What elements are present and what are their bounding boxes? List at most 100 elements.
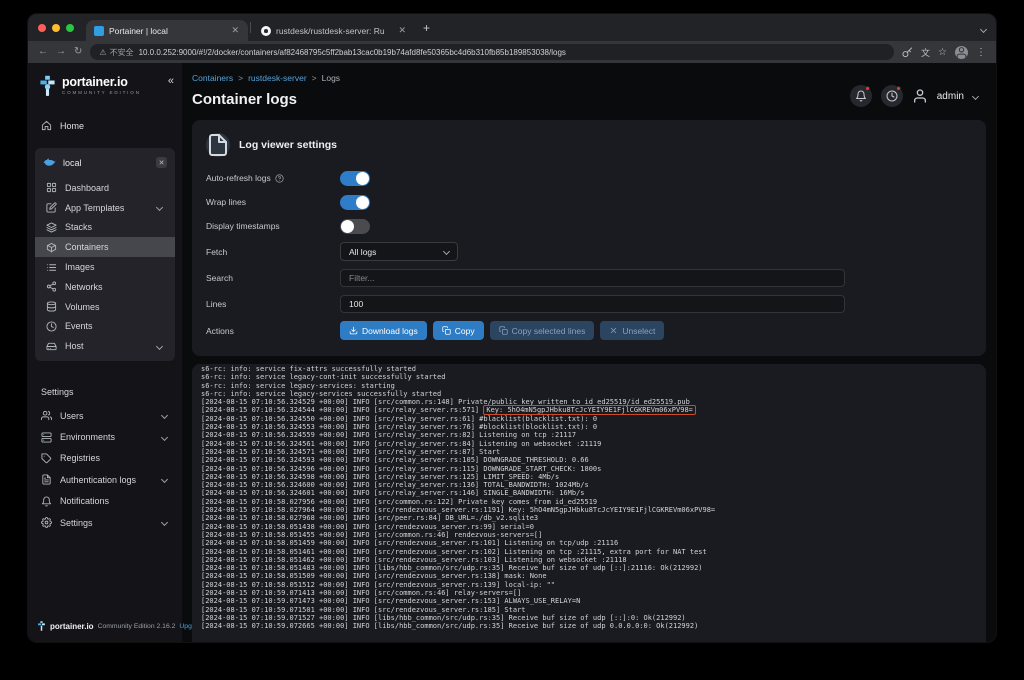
lines-input[interactable] <box>340 295 845 313</box>
log-line[interactable]: [2024-08-15 07:10:58.051459 +00:00] INFO… <box>201 539 977 547</box>
log-line[interactable]: [2024-08-15 07:10:56.324553 +00:00] INFO… <box>201 423 977 431</box>
help-circle-icon[interactable] <box>275 174 284 183</box>
sidebar-item-volumes[interactable]: Volumes <box>35 297 175 317</box>
log-line[interactable]: [2024-08-15 07:10:56.324559 +00:00] INFO… <box>201 431 977 439</box>
tab-search-icon[interactable] <box>981 19 986 37</box>
log-line[interactable]: [2024-08-15 07:10:58.027956 +00:00] INFO… <box>201 498 977 506</box>
copy-button[interactable]: Copy <box>433 321 484 340</box>
log-line[interactable]: [2024-08-15 07:10:56.324561 +00:00] INFO… <box>201 440 977 448</box>
log-line[interactable]: [2024-08-15 07:10:58.027964 +00:00] INFO… <box>201 506 977 514</box>
browser-menu-icon[interactable]: ⋮ <box>976 47 986 58</box>
github-favicon <box>261 26 271 36</box>
log-line[interactable]: [2024-08-15 07:10:58.051483 +00:00] INFO… <box>201 564 977 572</box>
sidebar-item-app-templates[interactable]: App Templates <box>35 198 175 218</box>
url-text: 10.0.0.252:9000/#!/2/docker/containers/a… <box>139 48 566 57</box>
log-line[interactable]: [2024-08-15 07:10:58.051512 +00:00] INFO… <box>201 581 977 589</box>
environment-close-icon[interactable]: ✕ <box>156 157 167 168</box>
sidebar-item-stacks[interactable]: Stacks <box>35 218 175 238</box>
translate-icon[interactable]: 文 <box>921 46 930 59</box>
sidebar-item-settings[interactable]: Settings <box>28 512 182 533</box>
sidebar-item-host[interactable]: Host <box>35 336 175 356</box>
copy-selected-lines-button[interactable]: Copy selected lines <box>490 321 595 340</box>
browser-profile-avatar[interactable] <box>955 46 968 59</box>
auto-refresh-toggle[interactable] <box>340 171 370 186</box>
back-button[interactable]: ← <box>38 47 48 57</box>
tab-github[interactable]: rustdesk/rustdesk-server: Ru ✕ <box>253 20 415 41</box>
file-icon <box>206 133 230 157</box>
log-line[interactable]: s6-rc: info: service legacy-services: st… <box>201 382 977 390</box>
breadcrumb-container-name[interactable]: rustdesk-server <box>233 73 307 83</box>
log-line[interactable]: [2024-08-15 07:10:58.051461 +00:00] INFO… <box>201 548 977 556</box>
new-tab-button[interactable]: + <box>423 21 430 35</box>
sidebar-item-registries[interactable]: Registries <box>28 448 182 469</box>
log-line[interactable]: [2024-08-15 07:10:56.324596 +00:00] INFO… <box>201 465 977 473</box>
display-timestamps-toggle[interactable] <box>340 219 370 234</box>
log-line[interactable]: [2024-08-15 07:10:59.071527 +00:00] INFO… <box>201 614 977 622</box>
sidebar-collapse-icon[interactable]: « <box>168 75 174 87</box>
close-tab-icon[interactable]: ✕ <box>230 25 240 36</box>
sidebar-item-label: Settings <box>60 518 93 528</box>
log-line[interactable]: [2024-08-15 07:10:58.051462 +00:00] INFO… <box>201 556 977 564</box>
log-line[interactable]: [2024-08-15 07:10:59.071413 +00:00] INFO… <box>201 589 977 597</box>
sidebar-item-dashboard[interactable]: Dashboard <box>35 178 175 198</box>
log-line[interactable]: [2024-08-15 07:10:56.324600 +00:00] INFO… <box>201 481 977 489</box>
sidebar-item-notifications[interactable]: Notifications <box>28 491 182 512</box>
close-window-button[interactable] <box>38 24 46 32</box>
portainer-logo[interactable]: portainer.io COMMUNITY EDITION <box>28 63 182 101</box>
sidebar-item-label: Networks <box>65 282 103 292</box>
notifications-bell-button[interactable] <box>850 85 872 107</box>
sidebar-item-home[interactable]: Home <box>28 111 182 140</box>
log-line[interactable]: [2024-08-15 07:10:58.051438 +00:00] INFO… <box>201 523 977 531</box>
bell-icon <box>41 496 52 507</box>
log-line[interactable]: [2024-08-15 07:10:56.324593 +00:00] INFO… <box>201 456 977 464</box>
log-line[interactable]: [2024-08-15 07:10:59.071473 +00:00] INFO… <box>201 597 977 605</box>
sidebar-item-events[interactable]: Events <box>35 316 175 336</box>
sidebar-item-networks[interactable]: Networks <box>35 277 175 297</box>
highlighted-key: Key: 5hO4mN5gpJHbku8TcJcYEIY9E1FjlCGKREV… <box>483 405 696 415</box>
log-line[interactable]: s6-rc: info: service legacy-cont-init su… <box>201 373 977 381</box>
database-icon <box>46 301 57 312</box>
user-menu[interactable]: admin <box>937 91 964 102</box>
sidebar-item-users[interactable]: Users <box>28 405 182 426</box>
unselect-button[interactable]: Unselect <box>600 321 664 340</box>
breadcrumb-containers[interactable]: Containers <box>192 73 233 83</box>
fetch-select[interactable]: All logs <box>340 242 458 261</box>
user-avatar-icon[interactable] <box>912 88 928 104</box>
log-line[interactable]: s6-rc: info: service legacy-services suc… <box>201 390 977 398</box>
log-line[interactable]: [2024-08-15 07:10:56.324598 +00:00] INFO… <box>201 473 977 481</box>
security-warning-badge[interactable]: ⚠ 不安全 <box>99 47 133 58</box>
sidebar-item-environments[interactable]: Environments <box>28 426 182 447</box>
forward-button[interactable]: → <box>56 47 66 57</box>
bookmark-star-icon[interactable]: ☆ <box>938 47 947 58</box>
log-line[interactable]: [2024-08-15 07:10:56.324601 +00:00] INFO… <box>201 489 977 497</box>
search-input[interactable] <box>340 269 845 287</box>
wrap-lines-toggle[interactable] <box>340 195 370 210</box>
sidebar-item-authentication-logs[interactable]: Authentication logs <box>28 469 182 490</box>
log-line[interactable]: [2024-08-15 07:10:58.051509 +00:00] INFO… <box>201 572 977 580</box>
log-line[interactable]: s6-rc: info: service fix-attrs successfu… <box>201 365 977 373</box>
log-line[interactable]: [2024-08-15 07:10:58.051455 +00:00] INFO… <box>201 531 977 539</box>
tab-portainer[interactable]: Portainer | local ✕ <box>86 20 248 41</box>
download-logs-button[interactable]: Download logs <box>340 321 427 340</box>
reload-button[interactable]: ↻ <box>74 47 82 57</box>
list-icon <box>46 262 57 273</box>
minimize-window-button[interactable] <box>52 24 60 32</box>
log-line[interactable]: [2024-08-15 07:10:58.027968 +00:00] INFO… <box>201 514 977 522</box>
log-line[interactable]: [2024-08-15 07:10:56.324544 +00:00] INFO… <box>201 406 977 414</box>
log-line[interactable]: [2024-08-15 07:10:59.071501 +00:00] INFO… <box>201 606 977 614</box>
sidebar-item-label: Registries <box>60 453 100 463</box>
maximize-window-button[interactable] <box>66 24 74 32</box>
log-line[interactable]: [2024-08-15 07:10:56.324550 +00:00] INFO… <box>201 415 977 423</box>
update-clock-button[interactable] <box>881 85 903 107</box>
environment-header[interactable]: local ✕ <box>35 148 175 178</box>
address-bar[interactable]: ⚠ 不安全 10.0.0.252:9000/#!/2/docker/contai… <box>90 44 894 60</box>
sidebar-item-containers[interactable]: Containers <box>35 237 175 257</box>
log-line[interactable]: [2024-08-15 07:10:56.324571 +00:00] INFO… <box>201 448 977 456</box>
settings-heading: Settings <box>28 381 182 405</box>
log-line[interactable]: [2024-08-15 07:10:59.072665 +00:00] INFO… <box>201 622 977 630</box>
password-key-icon[interactable] <box>902 47 913 58</box>
chevron-down-icon <box>156 204 163 211</box>
close-tab-icon[interactable]: ✕ <box>397 25 407 36</box>
sidebar-item-images[interactable]: Images <box>35 257 175 277</box>
chevron-down-icon[interactable] <box>972 92 979 99</box>
